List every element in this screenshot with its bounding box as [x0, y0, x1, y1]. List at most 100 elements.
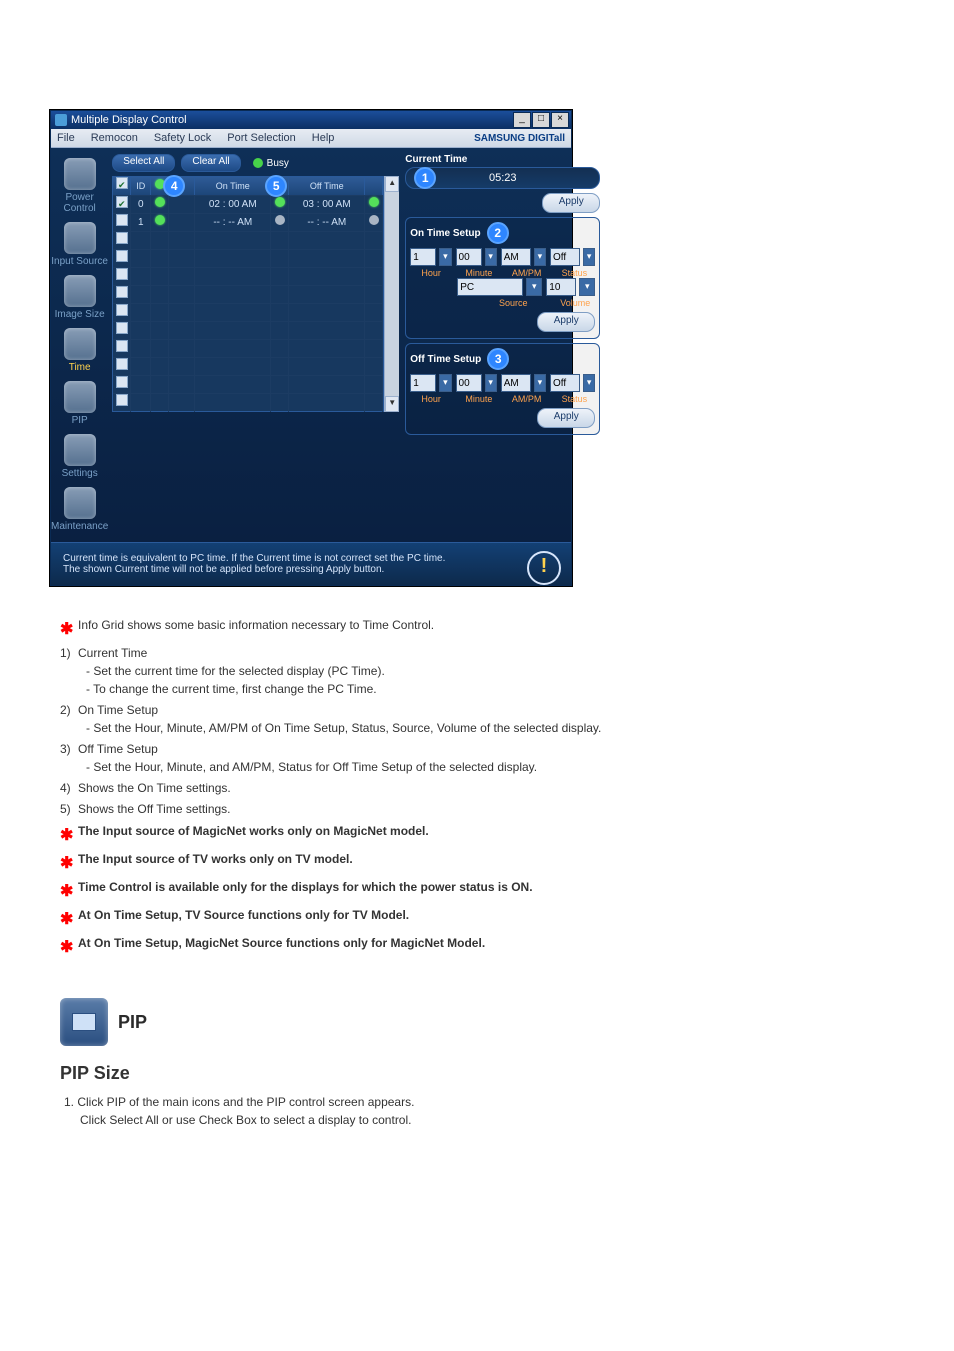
sidebar-item-time[interactable]: Time — [51, 324, 108, 377]
section-title: PIP — [118, 1009, 147, 1036]
note-text: The Input source of TV works only on TV … — [78, 850, 353, 868]
grid-row-empty — [113, 303, 383, 321]
dropdown-icon[interactable]: ▾ — [526, 278, 542, 296]
col-ontime: On Time — [195, 177, 271, 195]
callout-4: 4 — [163, 175, 185, 197]
sidebar-item-power[interactable]: Power Control — [51, 154, 108, 218]
on-volume-select[interactable] — [546, 278, 576, 296]
row-checkbox[interactable] — [116, 196, 128, 208]
sub-section-title: PIP Size — [60, 1060, 880, 1087]
menu-file[interactable]: File — [57, 132, 75, 144]
pip-section-icon — [60, 998, 108, 1046]
row-offtime-icon — [369, 215, 379, 225]
grid-row[interactable]: 1 -- : -- AM -- : -- AM — [113, 213, 383, 231]
dropdown-icon[interactable]: ▾ — [583, 248, 595, 266]
power-icon — [64, 158, 96, 190]
apply-ontime-button[interactable]: Apply — [537, 312, 595, 332]
close-button[interactable]: × — [551, 112, 569, 128]
time-icon — [64, 328, 96, 360]
dropdown-icon[interactable]: ▾ — [485, 374, 497, 392]
apply-current-time-button[interactable]: Apply — [542, 193, 600, 213]
menu-portselection[interactable]: Port Selection — [227, 132, 295, 144]
document-body: ✱ Info Grid shows some basic information … — [60, 616, 880, 1129]
note-text: Time Control is available only for the d… — [78, 878, 533, 896]
sub-body-line: Click PIP of the main icons and the PIP … — [77, 1095, 414, 1109]
sidebar-item-maintenance[interactable]: Maintenance — [51, 483, 108, 536]
select-all-button[interactable]: Select All — [112, 154, 175, 172]
scroll-down-button[interactable]: ▼ — [385, 396, 399, 412]
on-time-setup: On Time Setup2 ▾ ▾ ▾ ▾ HourMinuteAM/PMSt… — [405, 217, 600, 339]
row-status-icon — [155, 215, 165, 225]
on-source-select[interactable] — [457, 278, 523, 296]
minimize-button[interactable]: _ — [513, 112, 531, 128]
pip-icon — [64, 381, 96, 413]
menu-safetylock[interactable]: Safety Lock — [154, 132, 211, 144]
scroll-track[interactable] — [385, 192, 399, 396]
titlebar[interactable]: Multiple Display Control _ □ × — [51, 111, 571, 129]
sidebar-item-pip[interactable]: PIP — [51, 377, 108, 430]
maximize-button[interactable]: □ — [532, 112, 550, 128]
list-item: 4)Shows the On Time settings. — [60, 779, 880, 797]
grid-row-empty — [113, 393, 383, 411]
star-icon: ✱ — [60, 908, 74, 932]
dropdown-icon[interactable]: ▾ — [485, 248, 497, 266]
col-id: ID — [131, 177, 151, 195]
dropdown-icon[interactable]: ▾ — [534, 248, 546, 266]
sidebar: Power Control Input Source Image Size Ti… — [51, 148, 108, 542]
header-checkbox[interactable] — [116, 177, 128, 189]
sidebar-item-settings[interactable]: Settings — [51, 430, 108, 483]
grid-row-empty — [113, 249, 383, 267]
row-ontime-icon — [275, 197, 285, 207]
on-minute-select[interactable] — [456, 248, 482, 266]
dropdown-icon[interactable]: ▾ — [439, 248, 451, 266]
star-icon: ✱ — [60, 852, 74, 876]
callout-3: 3 — [487, 348, 509, 370]
note-text: At On Time Setup, MagicNet Source functi… — [78, 934, 485, 952]
on-ampm-select[interactable] — [501, 248, 531, 266]
busy-indicator: Busy — [253, 158, 289, 169]
menu-remocon[interactable]: Remocon — [91, 132, 138, 144]
menu-help[interactable]: Help — [312, 132, 335, 144]
sidebar-item-imagesize[interactable]: Image Size — [51, 271, 108, 324]
row-checkbox[interactable] — [116, 214, 128, 226]
off-ampm-select[interactable] — [501, 374, 531, 392]
row-offtime-icon — [369, 197, 379, 207]
info-grid: ID 4 On Time 5 Off Time — [112, 176, 384, 412]
off-minute-select[interactable] — [456, 374, 482, 392]
grid-row[interactable]: 0 02 : 00 AM 03 : 00 AM — [113, 195, 383, 213]
dropdown-icon[interactable]: ▾ — [579, 278, 595, 296]
off-status-select[interactable] — [550, 374, 580, 392]
star-icon: ✱ — [60, 880, 74, 904]
grid-header: ID 4 On Time 5 Off Time — [113, 177, 383, 195]
app-window: Multiple Display Control _ □ × File Remo… — [50, 110, 572, 586]
off-time-setup: Off Time Setup3 ▾ ▾ ▾ ▾ HourMinuteAM/PMS… — [405, 343, 600, 435]
brand-label: SAMSUNG DIGITall — [474, 133, 565, 144]
clear-all-button[interactable]: Clear All — [181, 154, 240, 172]
dropdown-icon[interactable]: ▾ — [534, 374, 546, 392]
dropdown-icon[interactable]: ▾ — [583, 374, 595, 392]
sidebar-item-input[interactable]: Input Source — [51, 218, 108, 271]
grid-row-empty — [113, 231, 383, 249]
on-status-select[interactable] — [550, 248, 580, 266]
on-hour-select[interactable] — [410, 248, 436, 266]
off-hour-select[interactable] — [410, 374, 436, 392]
callout-5: 5 — [265, 175, 287, 197]
scroll-up-button[interactable]: ▲ — [385, 176, 399, 192]
right-panel: Current Time 1 05:23 Apply On Time Setup… — [403, 148, 608, 542]
footer-message: Current time is equivalent to PC time. I… — [51, 542, 571, 585]
list-item: 3)Off Time Setup - Set the Hour, Minute,… — [60, 740, 880, 776]
clock-display: 1 05:23 — [405, 167, 600, 189]
input-icon — [64, 222, 96, 254]
dropdown-icon[interactable]: ▾ — [439, 374, 451, 392]
current-time-label: Current Time — [405, 154, 600, 165]
apply-offtime-button[interactable]: Apply — [537, 408, 595, 428]
window-title: Multiple Display Control — [71, 114, 187, 126]
grid-scrollbar[interactable]: ▲ ▼ — [384, 176, 399, 412]
busy-led-icon — [253, 158, 263, 168]
callout-1: 1 — [414, 167, 436, 189]
imagesize-icon — [64, 275, 96, 307]
list-item: 1)Current Time - Set the current time fo… — [60, 644, 880, 698]
intro-text: Info Grid shows some basic information n… — [78, 616, 434, 634]
list-item: 2)On Time Setup - Set the Hour, Minute, … — [60, 701, 880, 737]
grid-row-empty — [113, 267, 383, 285]
